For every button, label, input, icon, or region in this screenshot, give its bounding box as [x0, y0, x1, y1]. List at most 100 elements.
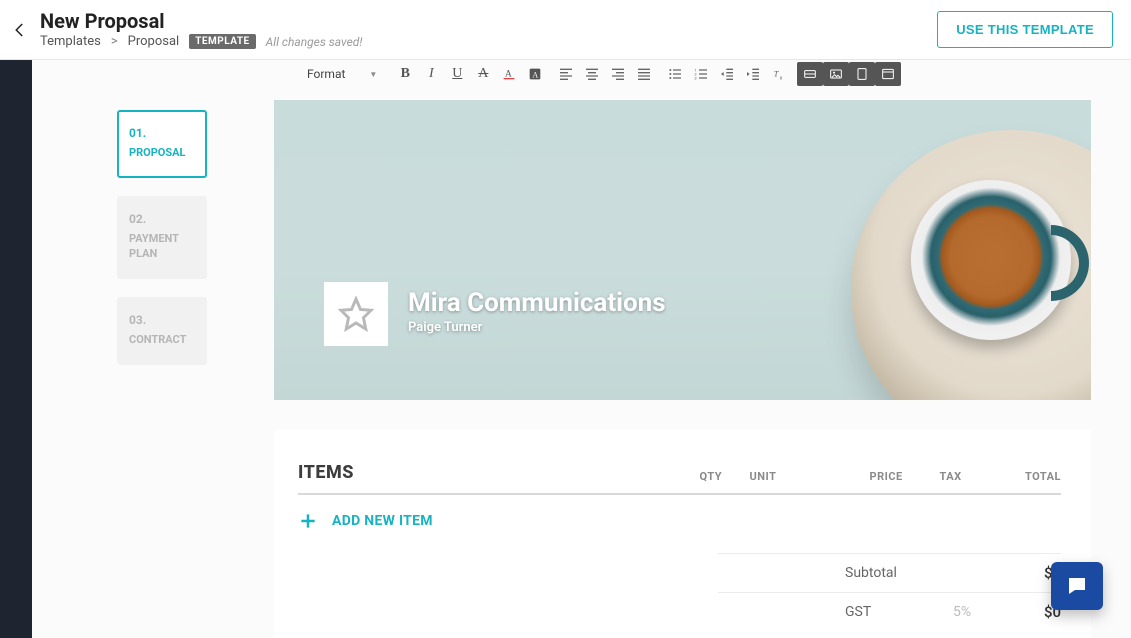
gst-label: GST — [845, 604, 935, 620]
use-template-button[interactable]: USE THIS TEMPLATE — [937, 11, 1113, 48]
items-header-row: ITEMS QTY UNIT PRICE TAX TOTAL — [298, 462, 1061, 495]
align-left-icon — [558, 66, 574, 82]
align-justify-button[interactable] — [631, 62, 657, 86]
italic-icon: I — [429, 67, 434, 81]
col-tax: TAX — [940, 470, 1000, 483]
text-color-button[interactable]: A — [496, 62, 522, 86]
clear-format-icon: Tx — [771, 66, 787, 82]
toolbar-separator — [550, 65, 551, 83]
editor: Format ▼ B I U A A A 123 Tx — [274, 60, 1091, 638]
section-card-payment-plan[interactable]: 02. PAYMENT PLAN — [117, 196, 207, 279]
outdent-button[interactable] — [714, 62, 740, 86]
section-number: 03. — [129, 313, 195, 327]
strikethrough-button[interactable]: A — [470, 62, 496, 86]
logo-placeholder[interactable] — [324, 282, 388, 346]
toolbar-separator — [659, 65, 660, 83]
section-card-contract[interactable]: 03. CONTRACT — [117, 297, 207, 365]
insert-window-icon — [880, 66, 896, 82]
format-label: Format — [307, 67, 345, 81]
hero-text: Mira Communications Paige Turner — [408, 288, 666, 335]
col-price: PRICE — [870, 470, 940, 483]
toolbar-separator — [794, 65, 795, 83]
totals: Subtotal $0 GST 5% $0 — [298, 553, 1061, 631]
format-dropdown[interactable]: Format ▼ — [298, 64, 386, 84]
svg-text:A: A — [533, 70, 539, 79]
align-center-button[interactable] — [579, 62, 605, 86]
add-item-button[interactable]: ADD NEW ITEM — [298, 495, 1061, 547]
numbered-list-button[interactable]: 123 — [688, 62, 714, 86]
star-icon — [338, 296, 374, 332]
section-number: 02. — [129, 212, 195, 226]
header-bar: New Proposal Templates > Proposal TEMPLA… — [0, 0, 1131, 60]
hero-banner[interactable]: Mira Communications Paige Turner — [274, 100, 1091, 400]
save-status: All changes saved! — [266, 35, 363, 49]
page-title: New Proposal — [40, 10, 937, 32]
section-name: PROPOSAL — [129, 146, 195, 160]
section-number: 01. — [129, 126, 195, 140]
insert-block-2-button[interactable] — [823, 62, 849, 86]
col-total: TOTAL — [1000, 470, 1062, 483]
indent-icon — [745, 66, 761, 82]
svg-text:T: T — [774, 69, 780, 79]
header-titles: New Proposal Templates > Proposal TEMPLA… — [40, 10, 937, 49]
insert-block-1-button[interactable] — [797, 62, 823, 86]
section-name: PAYMENT PLAN — [129, 232, 195, 261]
insert-block-3-button[interactable] — [849, 62, 875, 86]
insert-image-icon — [828, 66, 844, 82]
canvas: 01. PROPOSAL 02. PAYMENT PLAN 03. CONTRA… — [32, 60, 1131, 638]
align-justify-icon — [636, 66, 652, 82]
plus-icon — [298, 511, 318, 531]
highlight-button[interactable]: A — [522, 62, 548, 86]
breadcrumb: Templates > Proposal TEMPLATE All change… — [40, 34, 937, 49]
chat-icon — [1065, 574, 1089, 598]
subtotal-row: Subtotal $0 — [718, 553, 1061, 592]
highlight-icon: A — [527, 66, 543, 82]
indent-button[interactable] — [740, 62, 766, 86]
items-title: ITEMS — [298, 462, 638, 483]
section-name: CONTRACT — [129, 333, 195, 347]
hero-contact: Paige Turner — [408, 320, 666, 335]
bullet-list-icon — [667, 66, 683, 82]
insert-block-icon — [802, 66, 818, 82]
subtotal-label: Subtotal — [845, 565, 935, 581]
section-nav: 01. PROPOSAL 02. PAYMENT PLAN 03. CONTRA… — [117, 110, 207, 365]
caret-down-icon: ▼ — [369, 70, 377, 79]
gst-row: GST 5% $0 — [718, 592, 1061, 631]
breadcrumb-separator: > — [111, 34, 118, 49]
back-button[interactable] — [0, 0, 40, 60]
col-qty: QTY — [700, 470, 750, 483]
left-siderail — [0, 60, 32, 638]
hero-decor-cup — [911, 180, 1071, 340]
underline-button[interactable]: U — [444, 62, 470, 86]
section-card-proposal[interactable]: 01. PROPOSAL — [117, 110, 207, 178]
svg-text:x: x — [780, 75, 783, 81]
svg-text:3: 3 — [695, 75, 697, 80]
add-item-label: ADD NEW ITEM — [332, 513, 433, 529]
outdent-icon — [719, 66, 735, 82]
bold-button[interactable]: B — [392, 62, 418, 86]
align-right-button[interactable] — [605, 62, 631, 86]
italic-button[interactable]: I — [418, 62, 444, 86]
chat-button[interactable] — [1051, 562, 1103, 610]
insert-block-4-button[interactable] — [875, 62, 901, 86]
breadcrumb-proposal[interactable]: Proposal — [128, 34, 180, 49]
strikethrough-icon: A — [478, 67, 488, 81]
align-right-icon — [610, 66, 626, 82]
numbered-list-icon: 123 — [693, 66, 709, 82]
gst-pct: 5% — [953, 604, 993, 620]
text-color-icon: A — [501, 66, 517, 82]
bold-icon: B — [401, 67, 410, 81]
align-center-icon — [584, 66, 600, 82]
hero-company: Mira Communications — [408, 288, 666, 318]
editor-toolbar: Format ▼ B I U A A A 123 Tx — [274, 60, 1091, 86]
breadcrumb-templates[interactable]: Templates — [40, 34, 101, 49]
col-unit: UNIT — [750, 470, 830, 483]
align-left-button[interactable] — [553, 62, 579, 86]
chevron-left-icon — [11, 21, 29, 39]
insert-page-icon — [854, 66, 870, 82]
template-badge: TEMPLATE — [189, 34, 255, 49]
items-panel: ITEMS QTY UNIT PRICE TAX TOTAL ADD NEW I… — [274, 430, 1091, 638]
bullet-list-button[interactable] — [662, 62, 688, 86]
underline-icon: U — [452, 67, 462, 81]
clear-format-button[interactable]: Tx — [766, 62, 792, 86]
